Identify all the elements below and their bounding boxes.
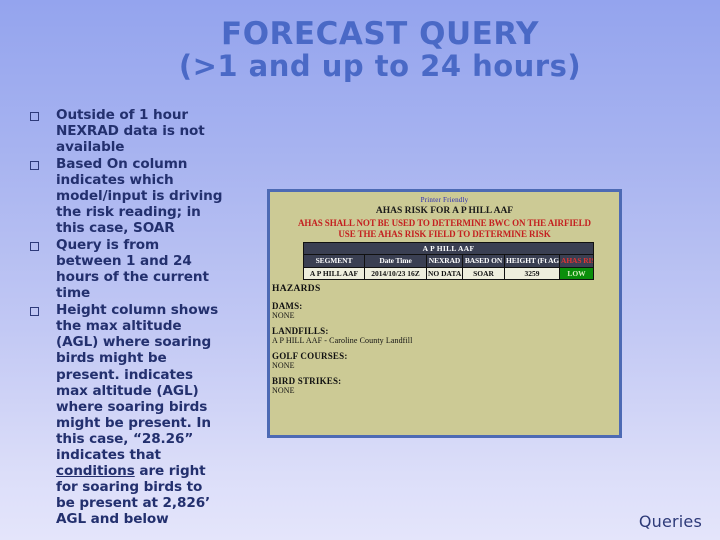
list-item: Outside of 1 hour NEXRAD data is not ava… bbox=[30, 107, 225, 155]
table-caption: A P HILL AAF bbox=[303, 241, 594, 256]
square-bullet-icon bbox=[30, 242, 39, 252]
hazards-title: HAZARDS bbox=[272, 284, 321, 294]
hazard-group-dams: DAMS: NONE bbox=[272, 301, 522, 320]
cell-datetime: 2014/10/23 16Z bbox=[364, 266, 427, 281]
hazard-value: NONE bbox=[272, 311, 295, 320]
bullet-list: Outside of 1 hour NEXRAD data is not ava… bbox=[30, 107, 225, 528]
column-header-nexrad: NEXRAD bbox=[426, 254, 463, 268]
hazard-label: LANDFILLS: bbox=[272, 326, 329, 336]
square-bullet-icon bbox=[30, 307, 39, 317]
hazard-value: NONE bbox=[272, 361, 295, 370]
ahas-heading: AHAS RISK FOR A P HILL AAF bbox=[375, 206, 514, 216]
hazard-label: DAMS: bbox=[272, 301, 303, 311]
square-bullet-icon bbox=[30, 112, 39, 121]
cell-segment: A P HILL AAF bbox=[303, 266, 365, 281]
bullet-text: Query is from between 1 and 24 hours of … bbox=[56, 237, 209, 302]
bullet-text: Based On column indicates which model/in… bbox=[56, 156, 223, 237]
hazards-section: HAZARDS DAMS: NONE LANDFILLS: A P HILL A… bbox=[272, 284, 522, 401]
bullet-text-part-1: Height column shows the max altitude (AG… bbox=[56, 302, 219, 463]
printer-friendly-link[interactable]: Printer Friendly bbox=[270, 196, 619, 204]
hazard-label: GOLF COURSES: bbox=[272, 351, 348, 361]
hazard-value: NONE bbox=[272, 386, 295, 395]
bullet-text-emphasis: conditions bbox=[56, 462, 135, 479]
cell-nexrad: NO DATA bbox=[426, 266, 463, 281]
table-row: A P HILL AAF 2014/10/23 16Z NO DATA SOAR… bbox=[303, 266, 594, 281]
ahas-warning-line-2: USE THE AHAS RISK FIELD TO DETERMINE RIS… bbox=[338, 229, 551, 239]
column-header-segment: SEGMENT bbox=[303, 254, 365, 268]
slide-canvas: FORECAST QUERY (>1 and up to 24 hours) O… bbox=[0, 0, 720, 540]
column-header-datetime: Date Time bbox=[364, 254, 427, 268]
list-item: Query is from between 1 and 24 hours of … bbox=[30, 237, 225, 301]
hazard-group-golf-courses: GOLF COURSES: NONE bbox=[272, 351, 522, 370]
footer-label: Queries bbox=[638, 512, 702, 531]
list-item: Based On column indicates which model/in… bbox=[30, 156, 225, 236]
ahas-warning-line-1: AHAS SHALL NOT BE USED TO DETERMINE BWC … bbox=[298, 218, 591, 228]
cell-height: 3259 bbox=[504, 266, 560, 281]
bullet-text-rich: Height column shows the max altitude (AG… bbox=[56, 302, 225, 526]
column-header-ahas-risk: AHAS RISK bbox=[559, 254, 594, 268]
cell-based-on: SOAR bbox=[462, 266, 505, 281]
list-item: Height column shows the max altitude (AG… bbox=[30, 302, 225, 527]
title-line-2: (>1 and up to 24 hours) bbox=[178, 49, 582, 84]
square-bullet-icon bbox=[30, 161, 39, 171]
hazard-group-landfills: LANDFILLS: A P HILL AAF - Caroline Count… bbox=[272, 326, 522, 345]
table-header-row: SEGMENT Date Time NEXRAD BASED ON HEIGHT… bbox=[303, 254, 594, 268]
ahas-screenshot-panel: Printer Friendly AHAS RISK FOR A P HILL … bbox=[267, 189, 622, 438]
ahas-screenshot-content: Printer Friendly AHAS RISK FOR A P HILL … bbox=[270, 192, 619, 435]
column-header-based-on: BASED ON bbox=[462, 254, 505, 268]
page-title: FORECAST QUERY (>1 and up to 24 hours) bbox=[150, 16, 610, 84]
status-badge: LOW bbox=[559, 266, 594, 281]
hazard-label: BIRD STRIKES: bbox=[272, 376, 342, 386]
table-caption-row: A P HILL AAF bbox=[303, 241, 594, 256]
bullet-text: Outside of 1 hour NEXRAD data is not ava… bbox=[56, 107, 205, 156]
title-line-1: FORECAST QUERY bbox=[221, 16, 539, 52]
hazard-value: A P HILL AAF - Caroline County Landfill bbox=[272, 336, 413, 345]
column-header-height: HEIGHT (Ft AGL) bbox=[504, 254, 560, 268]
ahas-risk-table: A P HILL AAF SEGMENT Date Time NEXRAD BA… bbox=[303, 241, 594, 281]
hazard-group-bird-strikes: BIRD STRIKES: NONE bbox=[272, 376, 522, 395]
